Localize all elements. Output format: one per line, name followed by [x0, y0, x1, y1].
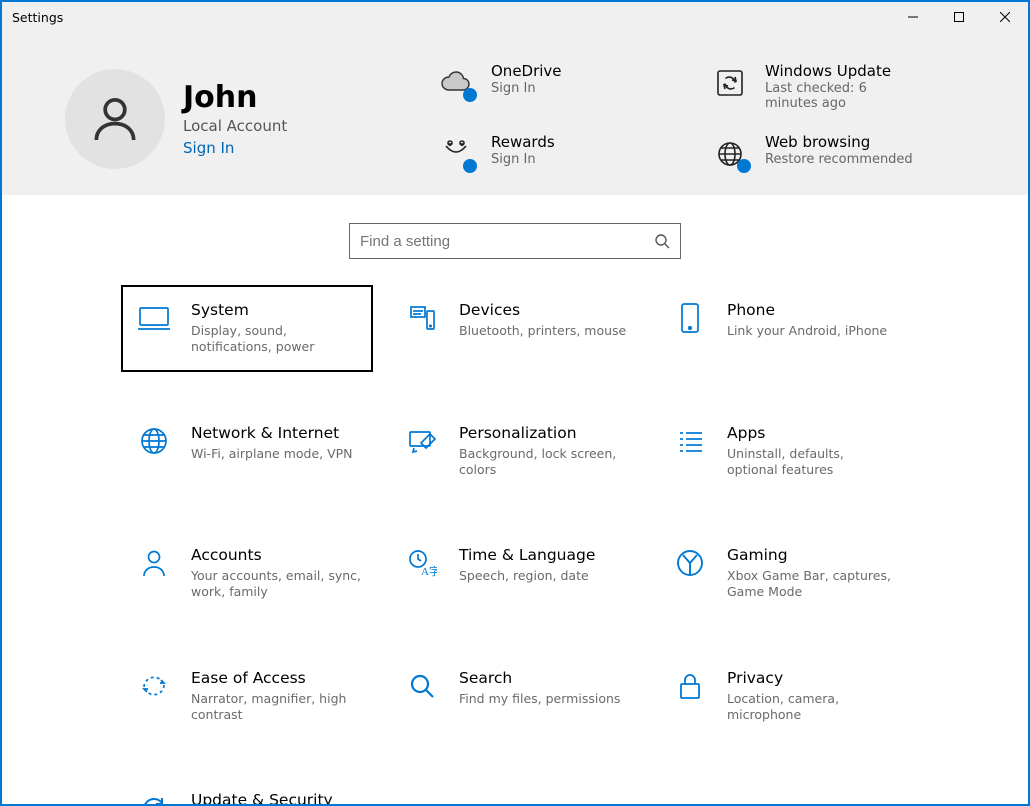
category-desc: Find my files, permissions	[459, 691, 620, 707]
category-devices[interactable]: Devices Bluetooth, printers, mouse	[389, 285, 641, 372]
tile-title: OneDrive	[491, 62, 562, 80]
category-apps[interactable]: Apps Uninstall, defaults, optional featur…	[657, 408, 909, 495]
account-signin-link[interactable]: Sign In	[183, 139, 287, 157]
privacy-icon	[673, 669, 707, 703]
ease-icon	[137, 669, 171, 703]
tile-sub: Last checked: 6 minutes ago	[765, 81, 915, 111]
category-desc: Display, sound, notifications, power	[191, 323, 361, 356]
tile-onedrive[interactable]: OneDrive Sign In	[435, 62, 691, 111]
search-icon	[405, 669, 439, 703]
minimize-button[interactable]	[890, 2, 936, 32]
update-icon	[137, 791, 171, 806]
account-type: Local Account	[183, 117, 287, 135]
category-label: Update & Security	[191, 791, 361, 806]
gaming-icon	[673, 546, 707, 580]
tile-web-browsing[interactable]: Web browsing Restore recommended	[709, 133, 965, 175]
phone-icon	[673, 301, 707, 335]
network-icon	[137, 424, 171, 458]
category-desc: Uninstall, defaults, optional features	[727, 446, 897, 479]
category-network[interactable]: Network & Internet Wi-Fi, airplane mode, …	[121, 408, 373, 495]
category-ease[interactable]: Ease of Access Narrator, magnifier, high …	[121, 653, 373, 740]
category-accounts[interactable]: Accounts Your accounts, email, sync, work…	[121, 530, 373, 617]
category-label: Personalization	[459, 424, 629, 442]
category-label: System	[191, 301, 361, 319]
apps-icon	[673, 424, 707, 458]
category-privacy[interactable]: Privacy Location, camera, microphone	[657, 653, 909, 740]
tile-title: Windows Update	[765, 62, 915, 80]
svg-text:A字: A字	[421, 564, 437, 578]
close-button[interactable]	[982, 2, 1028, 32]
category-label: Accounts	[191, 546, 361, 564]
category-label: Search	[459, 669, 620, 687]
category-desc: Link your Android, iPhone	[727, 323, 887, 339]
category-label: Gaming	[727, 546, 897, 564]
category-personalization[interactable]: Personalization Background, lock screen, …	[389, 408, 641, 495]
time-icon: A字	[405, 546, 439, 580]
category-label: Devices	[459, 301, 626, 319]
category-label: Phone	[727, 301, 887, 319]
tile-title: Web browsing	[765, 133, 913, 151]
cloud-icon	[435, 62, 477, 104]
devices-icon	[405, 301, 439, 335]
rewards-icon	[435, 133, 477, 175]
window-title: Settings	[12, 10, 63, 25]
search-icon	[654, 233, 670, 249]
category-desc: Your accounts, email, sync, work, family	[191, 568, 361, 601]
category-desc: Bluetooth, printers, mouse	[459, 323, 626, 339]
tile-sub: Sign In	[491, 152, 555, 167]
tile-sub: Restore recommended	[765, 152, 913, 167]
category-gaming[interactable]: Gaming Xbox Game Bar, captures, Game Mode	[657, 530, 909, 617]
tile-rewards[interactable]: Rewards Sign In	[435, 133, 691, 175]
category-desc: Narrator, magnifier, high contrast	[191, 691, 361, 724]
category-label: Network & Internet	[191, 424, 353, 442]
search-input[interactable]	[360, 233, 654, 250]
category-desc: Location, camera, microphone	[727, 691, 897, 724]
category-desc: Xbox Game Bar, captures, Game Mode	[727, 568, 897, 601]
category-search[interactable]: Search Find my files, permissions	[389, 653, 641, 740]
category-label: Ease of Access	[191, 669, 361, 687]
tile-sub: Sign In	[491, 81, 562, 96]
category-time[interactable]: A字 Time & Language Speech, region, date	[389, 530, 641, 617]
category-label: Apps	[727, 424, 897, 442]
category-update[interactable]: Update & SecurityWindows Update, recover…	[121, 775, 373, 806]
category-desc: Background, lock screen, colors	[459, 446, 629, 479]
tile-title: Rewards	[491, 133, 555, 151]
avatar	[65, 69, 165, 169]
account-name: John	[183, 80, 287, 115]
maximize-button[interactable]	[936, 2, 982, 32]
category-desc: Speech, region, date	[459, 568, 595, 584]
titlebar: Settings	[2, 2, 1028, 32]
system-icon	[137, 301, 171, 335]
category-label: Time & Language	[459, 546, 595, 564]
accounts-icon	[137, 546, 171, 580]
search-box[interactable]	[349, 223, 681, 259]
category-desc: Wi-Fi, airplane mode, VPN	[191, 446, 353, 462]
personalization-icon	[405, 424, 439, 458]
category-phone[interactable]: Phone Link your Android, iPhone	[657, 285, 909, 372]
category-label: Privacy	[727, 669, 897, 687]
account-block[interactable]: John Local Account Sign In	[65, 62, 435, 175]
category-system[interactable]: System Display, sound, notifications, pow…	[121, 285, 373, 372]
globe-icon	[709, 133, 751, 175]
sync-icon	[709, 62, 751, 104]
tile-windows-update[interactable]: Windows Update Last checked: 6 minutes a…	[709, 62, 965, 111]
